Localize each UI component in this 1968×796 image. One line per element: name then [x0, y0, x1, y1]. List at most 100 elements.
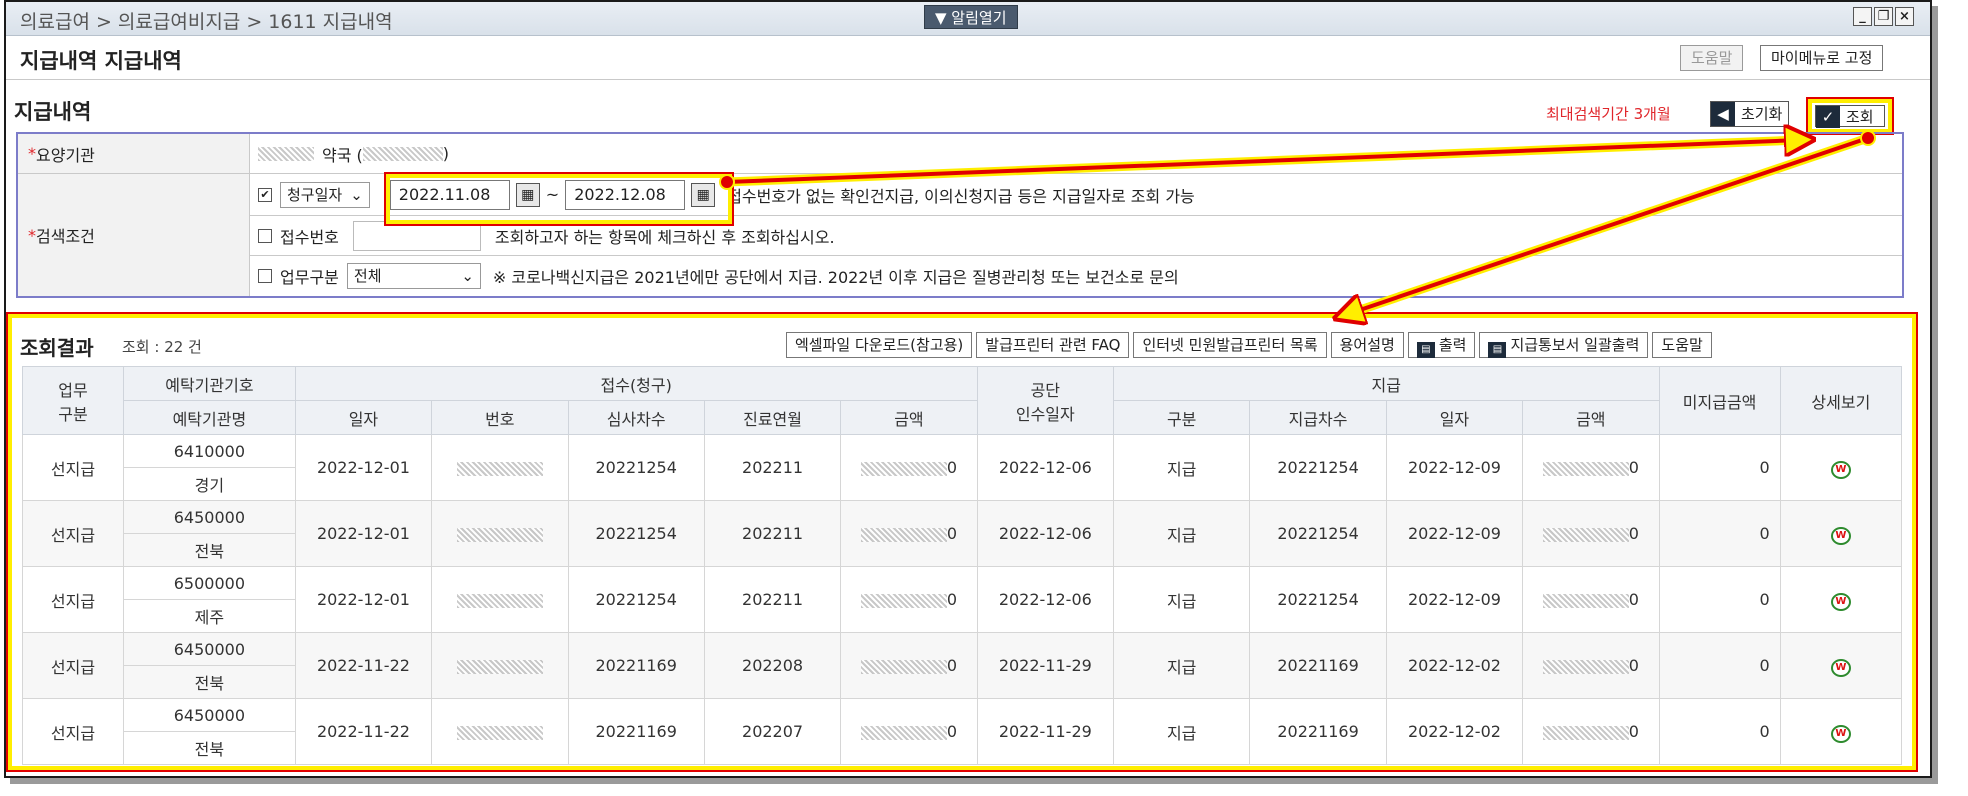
col-agency-code: 예탁기관기호 — [123, 366, 296, 401]
table-row[interactable]: 선지급 6500000 2022-12-01 20221254 202211 0 2022-… — [21, 566, 1903, 633]
glossary-button[interactable]: 용어설명 — [1330, 332, 1404, 358]
condition-label: * 검색조건 — [18, 174, 250, 296]
cell-pay-date: 2022-12-09 — [1385, 500, 1524, 567]
col-receipt-date: 일자 — [294, 400, 433, 435]
table-row[interactable]: 선지급 6450000 2022-12-01 20221254 202211 0 2022-… — [21, 500, 1903, 567]
cell-agency-name: 제주 — [123, 599, 296, 633]
printer-list-button[interactable]: 인터넷 민원발급프린터 목록 — [1133, 332, 1327, 358]
cell-pay-round: 20221169 — [1249, 698, 1387, 765]
cell-receipt-amount: 0 — [840, 632, 978, 699]
cell-pay-type: 지급 — [1112, 434, 1251, 501]
results-help-button[interactable]: 도움말 — [1652, 332, 1712, 358]
cell-takeover-date: 2022-11-29 — [976, 632, 1115, 699]
cell-pay-type: 지급 — [1112, 632, 1251, 699]
cell-review-round: 20221254 — [567, 500, 705, 567]
masked-text — [1542, 725, 1629, 740]
detail-view-icon[interactable]: W — [1830, 592, 1851, 611]
col-receipt-amount: 금액 — [840, 400, 978, 435]
window-titlebar: 의료급여 > 의료급여비지급 > 1611 지급내역 ▼ 알림열기 _ ❐ × — [6, 2, 1930, 36]
reset-button[interactable]: ◀ 초기화 — [1710, 101, 1790, 127]
table-row[interactable]: 선지급 6410000 2022-12-01 20221254 202211 0 2022-… — [21, 434, 1903, 501]
printer-icon: ▤ — [1416, 342, 1435, 358]
col-payment-group: 지급 — [1113, 366, 1660, 401]
cell-pay-type: 지급 — [1112, 698, 1251, 765]
cell-receipt-date: 2022-12-01 — [294, 500, 433, 567]
masked-text — [456, 725, 543, 740]
cell-pay-amount: 0 — [1522, 632, 1660, 699]
cell-receipt-amount: 0 — [840, 566, 978, 633]
col-receipt-group: 접수(청구) — [294, 366, 978, 401]
receipt-number-input[interactable] — [352, 220, 481, 251]
alarm-open-button[interactable]: ▼ 알림열기 — [924, 5, 1018, 29]
col-pay-round: 지급차수 — [1249, 400, 1387, 435]
cell-agency-code: 6450000 — [123, 500, 296, 534]
chevron-down-icon: ⌄ — [350, 185, 363, 204]
cell-receipt-date: 2022-12-01 — [294, 434, 433, 501]
detail-view-icon[interactable]: W — [1830, 658, 1851, 677]
institution-type: 약국 ( — [322, 145, 363, 165]
receipt-checkbox[interactable] — [258, 228, 272, 243]
masked-text — [456, 461, 543, 476]
date-type-checkbox[interactable]: ✔ — [258, 187, 272, 202]
pin-to-mymenu-button[interactable]: 마이메뉴로 고정 — [1760, 45, 1884, 71]
breadcrumb: 의료급여 > 의료급여비지급 > 1611 지급내역 — [20, 11, 393, 33]
required-mark: * — [28, 225, 36, 245]
table-row[interactable]: 선지급 6450000 2022-11-22 20221169 202207 0 2022-… — [21, 698, 1903, 765]
masked-text — [362, 146, 443, 161]
cell-detail: W — [1779, 434, 1903, 501]
batch-print-button[interactable]: ▤ 지급통보서 일괄출력 — [1479, 332, 1649, 358]
detail-view-icon[interactable]: W — [1830, 724, 1851, 743]
cell-pay-round: 20221254 — [1249, 566, 1387, 633]
cell-review-round: 20221254 — [567, 434, 705, 501]
cell-pay-amount: 0 — [1522, 698, 1660, 765]
cell-agency-code: 6450000 — [123, 632, 296, 666]
col-unpaid: 미지급금액 — [1658, 366, 1781, 435]
page-header: 지급내역 지급내역 도움말 마이메뉴로 고정 — [6, 36, 1930, 80]
table-row[interactable]: 선지급 6450000 2022-11-22 20221169 202208 0 2022-… — [21, 632, 1903, 699]
close-icon[interactable]: × — [1895, 7, 1914, 26]
masked-text — [456, 527, 543, 542]
biz-type-select[interactable]: 전체 ⌄ — [346, 263, 481, 289]
results-table: 업무 구분 예탁기관기호 접수(청구) 공단 인수일자 지급 미지급금액 상세보… — [21, 366, 1903, 765]
cell-pay-amount: 0 — [1522, 566, 1660, 633]
condition-label-text: 검색조건 — [36, 227, 95, 246]
col-pay-date: 일자 — [1385, 400, 1524, 435]
biz-type-checkbox[interactable] — [258, 269, 272, 283]
search-label: 조회 — [1846, 108, 1874, 126]
window-controls: _ ❐ × — [1853, 7, 1914, 26]
detail-view-icon[interactable]: W — [1830, 526, 1851, 545]
help-button[interactable]: 도움말 — [1680, 45, 1744, 71]
required-mark: * — [28, 144, 36, 163]
masked-text — [860, 725, 947, 740]
minimize-icon[interactable]: _ — [1853, 7, 1872, 26]
print-button[interactable]: ▤ 출력 — [1407, 332, 1476, 358]
back-arrow-icon: ◀ — [1711, 102, 1735, 126]
detail-view-icon[interactable]: W — [1830, 460, 1851, 479]
col-receipt-no: 번호 — [431, 400, 569, 435]
printer-faq-button[interactable]: 발급프린터 관련 FAQ — [976, 332, 1130, 358]
chevron-down-icon: ⌄ — [461, 267, 474, 285]
masked-text — [860, 461, 947, 476]
excel-download-button[interactable]: 엑셀파일 다운로드(참고용) — [786, 332, 973, 358]
search-form: * 요양기관 약국 ( ) * 검색조건 ✔ 청구일자 ⌄ 2022.11.08 … — [16, 132, 1904, 298]
cell-pay-date: 2022-12-02 — [1385, 698, 1524, 765]
reset-label: 초기화 — [1741, 105, 1783, 123]
col-care-month: 진료연월 — [703, 400, 842, 435]
cell-pay-amount: 0 — [1522, 500, 1660, 567]
cell-biz: 선지급 — [21, 632, 125, 699]
receipt-label: 접수번호 — [280, 227, 339, 247]
biz-type-label: 업무구분 — [280, 268, 339, 287]
cell-biz: 선지급 — [21, 500, 125, 567]
cell-care-month: 202207 — [703, 698, 842, 765]
cell-agency-code: 6410000 — [123, 434, 296, 468]
masked-text — [258, 146, 314, 161]
results-title: 조회결과 — [20, 336, 94, 360]
results-panel: 조회결과 조회 : 22 건 엑셀파일 다운로드(참고용) 발급프린터 관련 F… — [6, 312, 1918, 772]
date-type-select[interactable]: 청구일자 ⌄ — [280, 181, 370, 208]
cell-receipt-amount: 0 — [840, 500, 978, 567]
institution-close-paren: ) — [442, 144, 450, 163]
cell-receipt-date: 2022-11-22 — [294, 632, 433, 699]
restore-icon[interactable]: ❐ — [1874, 7, 1893, 26]
cell-detail: W — [1779, 566, 1903, 633]
search-button[interactable]: ✓ 조회 — [1806, 97, 1894, 135]
